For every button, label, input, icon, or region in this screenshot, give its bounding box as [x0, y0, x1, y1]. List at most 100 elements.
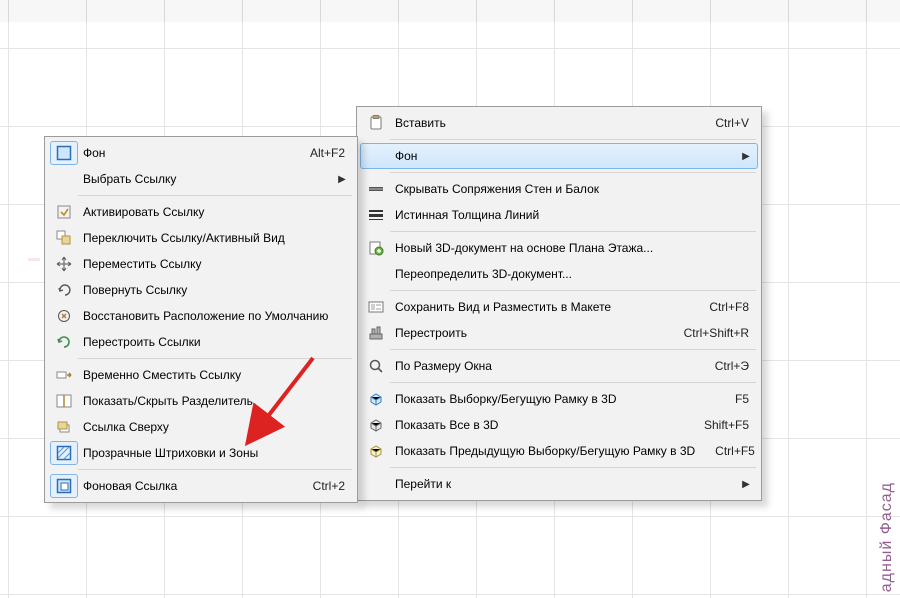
menu-item-label: Показать/Скрыть Разделитель	[77, 394, 349, 408]
transparent-fills-icon	[56, 445, 72, 461]
background-ref-icon	[56, 478, 72, 494]
shift-icon	[56, 367, 72, 383]
menu-item-label: Фоновая Ссылка	[77, 479, 293, 493]
elevation-label: адный Фасад	[878, 482, 896, 592]
menu-item-reference-on-top[interactable]: Ссылка Сверху	[48, 414, 354, 440]
menu-item-label: Фон	[389, 149, 739, 163]
submenu-arrow-icon: ▶	[739, 151, 753, 162]
submenu-background[interactable]: Фон Alt+F2 Выбрать Ссылку ▶ Активировать…	[44, 136, 358, 503]
menu-item-label: Истинная Толщина Линий	[389, 208, 753, 222]
menu-item-label: Перейти к	[389, 477, 739, 491]
menu-item-label: Показать Предыдущую Выборку/Бегущую Рамк…	[389, 444, 695, 458]
menu-item-shortcut: Ctrl+F8	[689, 300, 753, 314]
cube-all-icon	[368, 417, 384, 433]
move-icon	[56, 256, 72, 272]
menu-separator	[390, 382, 756, 383]
menu-item-label: Активировать Ссылку	[77, 205, 349, 219]
menu-item-background-toggle[interactable]: Фон Alt+F2	[48, 140, 354, 166]
menu-separator	[390, 467, 756, 468]
menu-item-background-reference[interactable]: Фоновая Ссылка Ctrl+2	[48, 473, 354, 499]
background-square-icon	[56, 145, 72, 161]
cube-prev-icon	[368, 443, 384, 459]
rebuild-ref-icon	[56, 334, 72, 350]
menu-item-choose-reference[interactable]: Выбрать Ссылку ▶	[48, 166, 354, 192]
menu-separator	[78, 358, 352, 359]
menu-item-label: По Размеру Окна	[389, 359, 695, 373]
reset-icon	[56, 308, 72, 324]
layout-save-icon	[368, 299, 384, 315]
menu-separator	[78, 195, 352, 196]
menu-item-rebuild-references[interactable]: Перестроить Ссылки	[48, 329, 354, 355]
submenu-arrow-icon: ▶	[335, 174, 349, 185]
menu-item-label: Ссылка Сверху	[77, 420, 349, 434]
menu-item-shortcut: Shift+F5	[684, 418, 753, 432]
menu-item-show-prev-selection-3d[interactable]: Показать Предыдущую Выборку/Бегущую Рамк…	[360, 438, 758, 464]
submenu-arrow-icon: ▶	[739, 479, 753, 490]
menu-item-shortcut: Ctrl+Shift+R	[664, 326, 753, 340]
menu-item-shortcut: Ctrl+F5	[695, 444, 759, 458]
menu-item-background[interactable]: Фон ▶	[360, 143, 758, 169]
menu-item-label: Показать Выборку/Бегущую Рамку в 3D	[389, 392, 715, 406]
wall-join-icon	[368, 181, 384, 197]
canvas: адный Фасад Вставить Ctrl+V Фон ▶ Скрыва…	[0, 0, 900, 598]
menu-item-label: Скрывать Сопряжения Стен и Балок	[389, 182, 753, 196]
menu-item-label: Переместить Ссылку	[77, 257, 349, 271]
menu-item-label: Перестроить Ссылки	[77, 335, 349, 349]
menu-item-label: Перестроить	[389, 326, 664, 340]
layer-top-icon	[56, 419, 72, 435]
menu-item-label: Выбрать Ссылку	[77, 172, 335, 186]
activate-icon	[56, 204, 72, 220]
new-3d-doc-icon	[368, 240, 384, 256]
menu-item-shortcut: Ctrl+2	[293, 479, 349, 493]
menu-item-new-3d-doc[interactable]: Новый 3D-документ на основе Плана Этажа.…	[360, 235, 758, 261]
menu-item-rebuild[interactable]: Перестроить Ctrl+Shift+R	[360, 320, 758, 346]
ruler-ticks	[0, 0, 900, 22]
menu-item-hide-joints[interactable]: Скрывать Сопряжения Стен и Балок	[360, 176, 758, 202]
menu-item-shortcut: Ctrl+V	[695, 116, 753, 130]
menu-item-label: Повернуть Ссылку	[77, 283, 349, 297]
menu-item-reset-reference-position[interactable]: Восстановить Расположение по Умолчанию	[48, 303, 354, 329]
switch-icon	[56, 230, 72, 246]
menu-item-shortcut: F5	[715, 392, 753, 406]
menu-item-move-reference[interactable]: Переместить Ссылку	[48, 251, 354, 277]
menu-item-paste[interactable]: Вставить Ctrl+V	[360, 110, 758, 136]
menu-separator	[390, 290, 756, 291]
menu-item-shortcut: Ctrl+Э	[695, 359, 753, 373]
menu-item-label: Переключить Ссылку/Активный Вид	[77, 231, 349, 245]
menu-item-switch-reference[interactable]: Переключить Ссылку/Активный Вид	[48, 225, 354, 251]
rebuild-icon	[368, 325, 384, 341]
menu-separator	[390, 139, 756, 140]
menu-item-label: Переопределить 3D-документ...	[389, 267, 753, 281]
menu-separator	[78, 469, 352, 470]
menu-item-toggle-splitter[interactable]: Показать/Скрыть Разделитель	[48, 388, 354, 414]
menu-item-label: Временно Сместить Ссылку	[77, 368, 349, 382]
menu-separator	[390, 349, 756, 350]
menu-item-redefine-3d-doc[interactable]: Переопределить 3D-документ...	[360, 261, 758, 287]
menu-item-go-to[interactable]: Перейти к ▶	[360, 471, 758, 497]
cube-sel-icon	[368, 391, 384, 407]
marker-left	[28, 258, 40, 261]
menu-item-transparent-fills-zones[interactable]: Прозрачные Штриховки и Зоны	[48, 440, 354, 466]
menu-item-true-line-thickness[interactable]: Истинная Толщина Линий	[360, 202, 758, 228]
paste-icon	[368, 115, 384, 131]
menu-item-show-selection-3d[interactable]: Показать Выборку/Бегущую Рамку в 3D F5	[360, 386, 758, 412]
menu-item-label: Показать Все в 3D	[389, 418, 684, 432]
menu-item-show-all-3d[interactable]: Показать Все в 3D Shift+F5	[360, 412, 758, 438]
menu-separator	[390, 172, 756, 173]
menu-item-activate-reference[interactable]: Активировать Ссылку	[48, 199, 354, 225]
context-menu-main[interactable]: Вставить Ctrl+V Фон ▶ Скрывать Сопряжени…	[356, 106, 762, 501]
fit-window-icon	[368, 358, 384, 374]
menu-item-rotate-reference[interactable]: Повернуть Ссылку	[48, 277, 354, 303]
menu-item-label: Прозрачные Штриховки и Зоны	[77, 446, 349, 460]
lines-icon	[368, 207, 384, 223]
menu-item-label: Восстановить Расположение по Умолчанию	[77, 309, 349, 323]
menu-item-label: Новый 3D-документ на основе Плана Этажа.…	[389, 241, 753, 255]
menu-item-save-view-layout[interactable]: Сохранить Вид и Разместить в Макете Ctrl…	[360, 294, 758, 320]
menu-separator	[390, 231, 756, 232]
menu-item-shortcut: Alt+F2	[290, 146, 349, 160]
menu-item-label: Сохранить Вид и Разместить в Макете	[389, 300, 689, 314]
rotate-icon	[56, 282, 72, 298]
splitter-icon	[56, 393, 72, 409]
menu-item-temp-shift-reference[interactable]: Временно Сместить Ссылку	[48, 362, 354, 388]
menu-item-fit-window[interactable]: По Размеру Окна Ctrl+Э	[360, 353, 758, 379]
